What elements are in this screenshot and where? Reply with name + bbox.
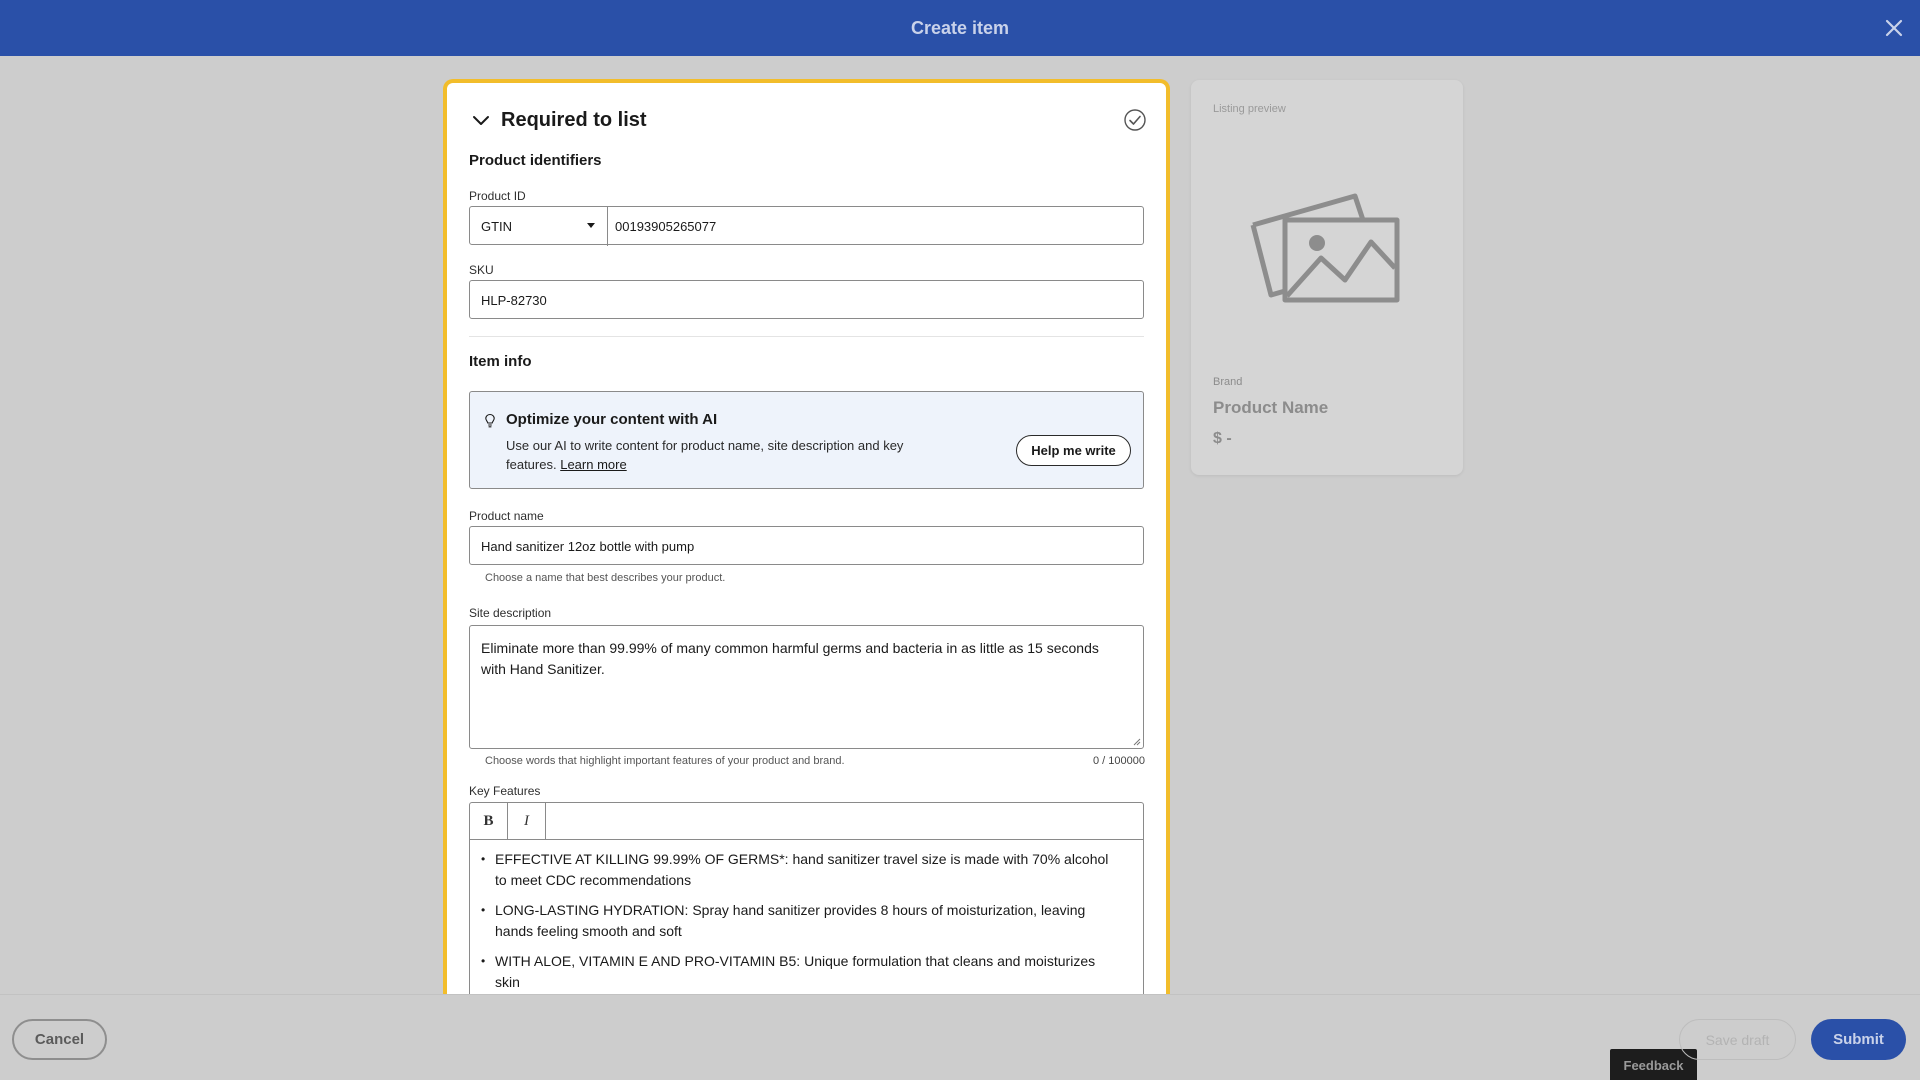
- item-info-heading: Item info: [469, 353, 532, 370]
- caret-down-icon: [587, 223, 595, 228]
- italic-button[interactable]: I: [508, 803, 546, 839]
- section-title: Required to list: [501, 109, 647, 131]
- product-identifiers-heading: Product identifiers: [469, 152, 602, 169]
- site-description-value: Eliminate more than 99.99% of many commo…: [481, 640, 1099, 677]
- chevron-down-icon[interactable]: [471, 111, 491, 131]
- submit-button[interactable]: Submit: [1811, 1019, 1906, 1060]
- save-draft-button[interactable]: Save draft: [1679, 1019, 1796, 1060]
- product-id-input[interactable]: 00193905265077: [615, 219, 716, 234]
- product-name-hint: Choose a name that best describes your p…: [485, 572, 726, 584]
- product-name-label: Product name: [469, 509, 544, 523]
- resize-handle-icon[interactable]: [1133, 738, 1141, 746]
- section-header[interactable]: Required to list: [469, 107, 1146, 137]
- list-item: WITH ALOE, VITAMIN E AND PRO-VITAMIN B5:…: [481, 951, 1115, 993]
- listing-preview-label: Listing preview: [1213, 103, 1286, 115]
- listing-preview-card: Listing preview Brand Product Name $ -: [1191, 80, 1463, 475]
- product-id-label: Product ID: [469, 189, 526, 203]
- editor-toolbar: B I: [470, 803, 1143, 840]
- id-type-value: GTIN: [481, 219, 513, 234]
- required-to-list-card: Required to list Product identifiers Pro…: [443, 79, 1170, 1009]
- sku-input[interactable]: HLP-82730: [469, 280, 1144, 319]
- cancel-button[interactable]: Cancel: [12, 1019, 107, 1060]
- divider: [469, 336, 1144, 337]
- list-item: LONG-LASTING HYDRATION: Spray hand sanit…: [481, 900, 1115, 942]
- key-features-list: EFFECTIVE AT KILLING 99.99% OF GERMS*: h…: [481, 849, 1115, 1002]
- preview-price: $ -: [1213, 430, 1232, 447]
- check-circle-icon: [1124, 109, 1146, 131]
- product-id-field: GTIN 00193905265077: [469, 206, 1144, 246]
- help-me-write-button[interactable]: Help me write: [1016, 435, 1131, 466]
- modal-title: Create item: [910, 18, 1010, 38]
- list-item: EFFECTIVE AT KILLING 99.99% OF GERMS*: h…: [481, 849, 1115, 891]
- bold-button[interactable]: B: [470, 803, 508, 839]
- sku-value: HLP-82730: [481, 293, 547, 308]
- site-description-hint: Choose words that highlight important fe…: [485, 755, 845, 767]
- product-name-value: Hand sanitizer 12oz bottle with pump: [481, 539, 695, 554]
- site-description-counter: 0 / 100000: [1093, 755, 1145, 767]
- modal-header: Create item: [0, 0, 1920, 56]
- learn-more-link[interactable]: Learn more: [560, 457, 626, 472]
- lightbulb-icon: [485, 413, 495, 428]
- ai-title: Optimize your content with AI: [506, 411, 718, 428]
- key-features-label: Key Features: [469, 784, 541, 798]
- site-description-textarea[interactable]: Eliminate more than 99.99% of many commo…: [469, 625, 1144, 749]
- ai-assist-banner: Optimize your content with AI Use our AI…: [469, 391, 1144, 489]
- key-features-editor[interactable]: B I EFFECTIVE AT KILLING 99.99% OF GERMS…: [469, 802, 1144, 1009]
- preview-product-name: Product Name: [1213, 398, 1329, 417]
- modal-footer: Cancel Feedback Save draft Submit: [0, 994, 1920, 1080]
- sku-label: SKU: [469, 263, 494, 277]
- close-icon[interactable]: [1880, 14, 1908, 42]
- id-type-select[interactable]: GTIN: [470, 207, 608, 246]
- product-name-input[interactable]: Hand sanitizer 12oz bottle with pump: [469, 526, 1144, 565]
- ai-description: Use our AI to write content for product …: [506, 436, 936, 474]
- site-description-label: Site description: [469, 606, 552, 620]
- image-placeholder-icon: [1250, 193, 1400, 303]
- preview-brand: Brand: [1213, 376, 1243, 388]
